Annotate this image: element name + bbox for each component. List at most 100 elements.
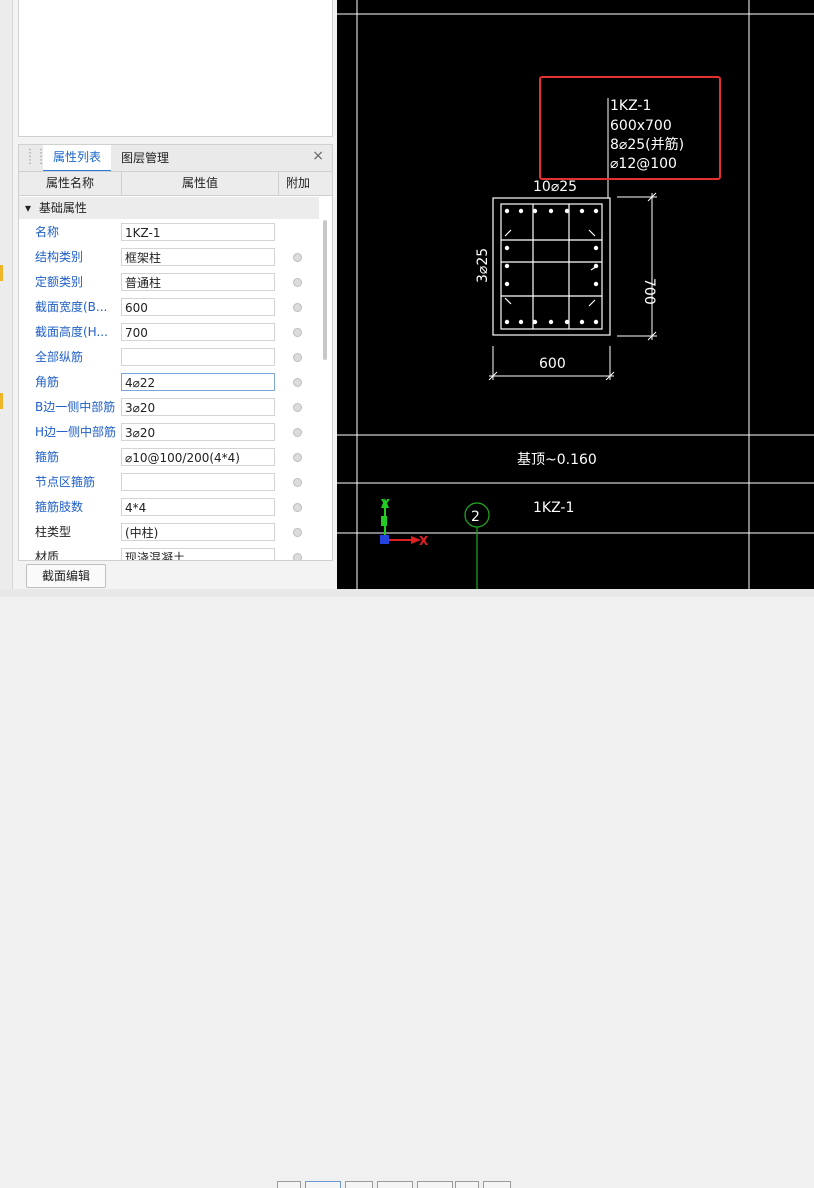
rebar-dots — [504, 208, 599, 325]
property-row[interactable]: 箍筋肢数 4*4 — [19, 495, 319, 520]
property-value-field[interactable]: 现浇混凝土 — [121, 548, 275, 560]
ucs-y-label: Y — [380, 497, 390, 511]
column-section[interactable] — [492, 197, 611, 336]
addon-radio-icon[interactable] — [293, 428, 302, 437]
properties-panel: ⋮⋮ ⋮⋮ 属性列表 图层管理 × 属性名称 属性值 附加 ▾ 基础属性 名称 1K… — [0, 0, 337, 597]
grid-lines — [337, 0, 814, 589]
toolbar-button[interactable] — [455, 1181, 479, 1188]
property-name: 箍筋肢数 — [35, 500, 84, 514]
property-name: 角筋 — [35, 375, 60, 389]
status-bar — [0, 589, 814, 1188]
toolbar-button[interactable] — [277, 1181, 301, 1188]
addon-radio-icon[interactable] — [293, 553, 302, 560]
addon-radio-icon[interactable] — [293, 303, 302, 312]
property-row[interactable]: 定额类别 普通柱 — [19, 270, 319, 295]
property-row[interactable]: 名称 1KZ-1 — [19, 220, 319, 245]
property-name: 截面宽度(B... — [35, 300, 108, 314]
column-header-addon: 附加 — [285, 176, 310, 190]
tab-layer-management[interactable]: 图层管理 — [111, 145, 179, 172]
property-value-field[interactable] — [121, 348, 275, 366]
label-line-3: 8⌀25(并筋) — [610, 136, 684, 153]
property-value-field[interactable]: ⌀10@100/200(4*4) — [121, 448, 275, 466]
property-row[interactable]: 截面高度(H... 700 — [19, 320, 319, 345]
property-row[interactable]: B边一侧中部筋 3⌀20 — [19, 395, 319, 420]
annotations: 1KZ-1 600x700 8⌀25(并筋) ⌀12@100 10⌀25 3⌀2… — [475, 98, 684, 516]
property-name: 定额类别 — [35, 275, 84, 289]
property-name: 箍筋 — [35, 450, 60, 464]
property-value-field[interactable]: 4⌀22 — [121, 373, 275, 391]
width-dimension-label: 600 — [539, 356, 566, 372]
property-row[interactable]: 节点区箍筋 — [19, 470, 319, 495]
axis-bubble[interactable]: 2 — [464, 502, 490, 589]
height-dimension-label: 700 — [641, 278, 657, 305]
left-dock-strip — [0, 0, 13, 597]
property-name: 结构类别 — [35, 250, 84, 264]
drag-grip-icon[interactable]: ⋮⋮ ⋮⋮ — [25, 149, 46, 166]
cad-drawing: 1KZ-1 600x700 8⌀25(并筋) ⌀12@100 10⌀25 3⌀2… — [337, 0, 814, 589]
property-row[interactable]: 全部纵筋 — [19, 345, 319, 370]
label-line-2: 600x700 — [610, 118, 672, 134]
property-row[interactable]: H边一侧中部筋 3⌀20 — [19, 420, 319, 445]
property-value-field[interactable]: 700 — [121, 323, 275, 341]
property-name: 截面高度(H... — [35, 325, 108, 339]
property-name: 材质 — [35, 550, 60, 561]
panel-tabbar: ⋮⋮ ⋮⋮ 属性列表 图层管理 × — [18, 144, 333, 173]
property-name: 名称 — [35, 225, 60, 239]
property-name: H边一侧中部筋 — [35, 425, 117, 439]
property-row[interactable]: 角筋 4⌀22 — [19, 370, 319, 395]
side-bars-label: 3⌀25 — [475, 248, 491, 283]
property-value-field[interactable]: 1KZ-1 — [121, 223, 275, 241]
preview-area — [18, 0, 333, 137]
addon-radio-icon[interactable] — [293, 378, 302, 387]
section-basic-properties[interactable]: ▾ 基础属性 — [19, 197, 319, 219]
property-value-field[interactable]: 框架柱 — [121, 248, 275, 266]
toolbar-button[interactable] — [483, 1181, 511, 1188]
collapse-toggle-icon[interactable]: ▾ — [25, 201, 31, 215]
property-row[interactable]: 柱类型 (中柱) — [19, 520, 319, 545]
column-header-name: 属性名称 — [19, 172, 122, 195]
dock-marker — [0, 393, 3, 409]
addon-radio-icon[interactable] — [293, 353, 302, 362]
scrollbar[interactable] — [323, 220, 327, 360]
addon-radio-icon[interactable] — [293, 453, 302, 462]
property-value-field[interactable]: 3⌀20 — [121, 398, 275, 416]
property-value-field[interactable]: 普通柱 — [121, 273, 275, 291]
addon-radio-icon[interactable] — [293, 328, 302, 337]
addon-radio-icon[interactable] — [293, 528, 302, 537]
property-name: 节点区箍筋 — [35, 475, 96, 489]
property-value-field[interactable]: 600 — [121, 298, 275, 316]
toolbar-button[interactable] — [377, 1181, 413, 1188]
label-line-1: 1KZ-1 — [610, 98, 651, 114]
axis-number: 2 — [471, 509, 480, 525]
addon-radio-icon[interactable] — [293, 253, 302, 262]
addon-radio-icon[interactable] — [293, 503, 302, 512]
tab-property-list[interactable]: 属性列表 — [43, 145, 112, 172]
addon-radio-icon[interactable] — [293, 478, 302, 487]
ucs-x-label: X — [419, 534, 429, 548]
label-line-4: ⌀12@100 — [610, 156, 677, 172]
dock-marker — [0, 265, 3, 281]
column-header-value: 属性值 — [122, 172, 279, 195]
toolbar-button[interactable] — [417, 1181, 453, 1188]
property-value-field[interactable]: 3⌀20 — [121, 423, 275, 441]
property-row[interactable]: 结构类别 框架柱 — [19, 245, 319, 270]
property-name: B边一侧中部筋 — [35, 400, 116, 414]
table-header: 属性名称 属性值 附加 — [19, 172, 332, 196]
property-row[interactable]: 材质 现浇混凝土 — [19, 545, 319, 561]
toolbar-button[interactable] — [345, 1181, 373, 1188]
drawing-canvas[interactable]: 1KZ-1 600x700 8⌀25(并筋) ⌀12@100 10⌀25 3⌀2… — [337, 0, 814, 589]
elevation-label: 基顶~0.160 — [517, 451, 597, 468]
close-icon[interactable]: × — [312, 148, 324, 164]
property-row[interactable]: 箍筋 ⌀10@100/200(4*4) — [19, 445, 319, 470]
property-value-field[interactable]: 4*4 — [121, 498, 275, 516]
property-value-field[interactable]: (中柱) — [121, 523, 275, 541]
top-bars-label: 10⌀25 — [533, 179, 577, 195]
property-row[interactable]: 截面宽度(B... 600 — [19, 295, 319, 320]
addon-radio-icon[interactable] — [293, 278, 302, 287]
ucs-icon: Y X — [380, 497, 429, 548]
column-name-label: 1KZ-1 — [533, 500, 574, 516]
property-value-field[interactable] — [121, 473, 275, 491]
addon-radio-icon[interactable] — [293, 403, 302, 412]
section-edit-button[interactable]: 截面编辑 — [26, 564, 106, 588]
toolbar-button[interactable] — [305, 1181, 341, 1188]
